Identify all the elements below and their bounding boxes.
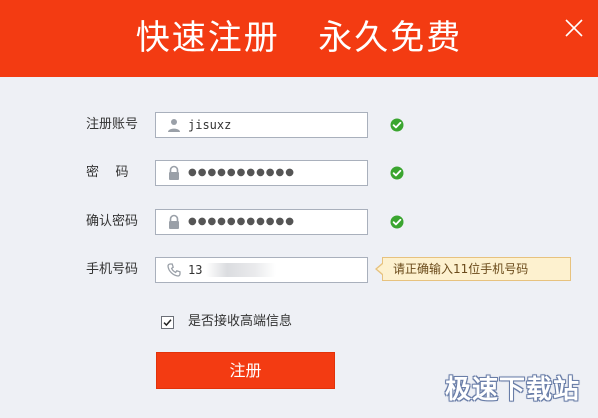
confirm-password-input[interactable]: ●●●●●●●●●●● <box>155 209 368 235</box>
lock-icon <box>169 165 179 180</box>
register-button[interactable]: 注册 <box>156 352 335 389</box>
page-title: 快速注册 永久免费 <box>135 18 463 58</box>
close-icon <box>565 19 583 37</box>
lock-icon <box>169 214 179 229</box>
confirm-password-value: ●●●●●●●●●●● <box>188 216 295 227</box>
account-row: 注册账号 jisuxz <box>0 112 598 138</box>
check-circle-icon <box>390 166 404 180</box>
password-row: 密 码 ●●●●●●●●●●● <box>0 160 598 186</box>
close-button[interactable] <box>562 16 586 40</box>
redacted-digits <box>206 263 276 277</box>
tooltip-arrow-inner <box>377 264 383 274</box>
header-bar: 快速注册 永久免费 <box>0 0 598 77</box>
password-input[interactable]: ●●●●●●●●●●● <box>155 160 368 186</box>
phone-value: 13 <box>188 263 203 277</box>
user-icon <box>168 119 180 132</box>
password-value: ●●●●●●●●●●● <box>188 167 295 178</box>
confirm-password-label: 确认密码 <box>86 214 139 229</box>
check-circle-icon <box>390 215 404 229</box>
password-label: 密 码 <box>86 165 129 180</box>
check-circle-icon <box>390 118 404 132</box>
phone-label: 手机号码 <box>86 262 139 277</box>
phone-icon <box>167 263 181 277</box>
receive-info-label[interactable]: 是否接收高端信息 <box>188 312 292 332</box>
receive-info-checkbox[interactable] <box>161 316 174 329</box>
phone-error-tooltip: 请正确输入11位手机号码 <box>382 257 571 281</box>
confirm-password-row: 确认密码 ●●●●●●●●●●● <box>0 209 598 235</box>
watermark-logo: 极速下载站 <box>444 375 580 405</box>
account-label: 注册账号 <box>86 117 139 132</box>
account-input[interactable]: jisuxz <box>155 112 368 138</box>
phone-input[interactable]: 13 <box>155 257 368 283</box>
checkmark-icon <box>163 319 172 327</box>
account-value: jisuxz <box>188 118 232 132</box>
